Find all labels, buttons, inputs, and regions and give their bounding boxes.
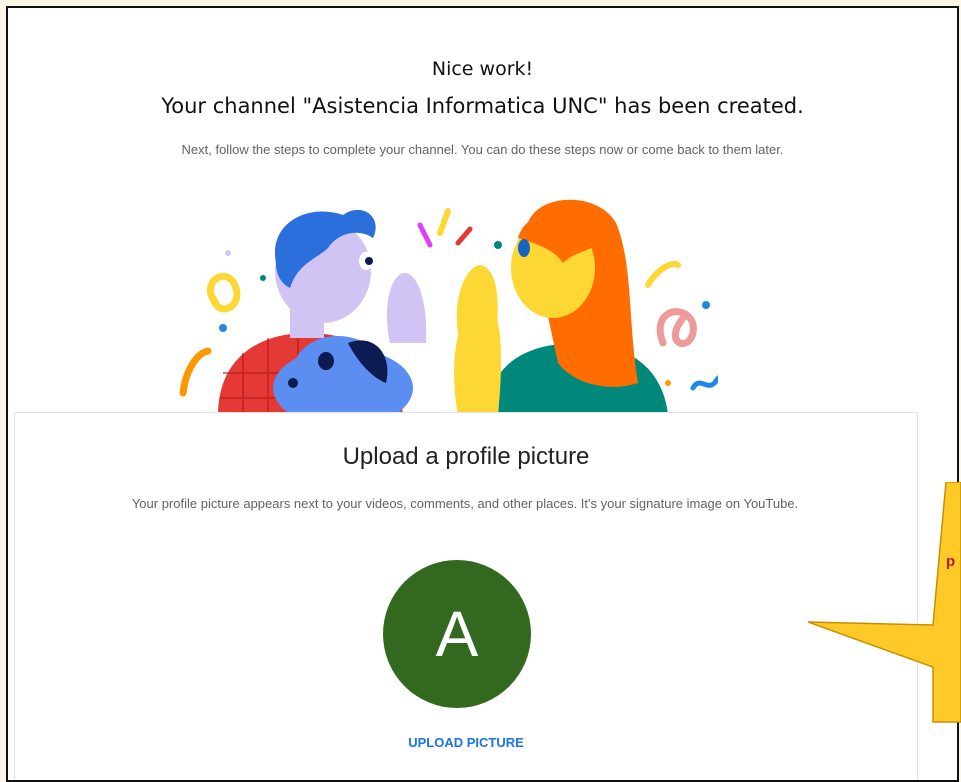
confetti-swirl-right <box>656 308 697 348</box>
confetti-dot <box>260 275 266 281</box>
profile-picture-card: Upload a profile picture Your profile pi… <box>14 412 918 780</box>
confetti-wave <box>690 375 718 391</box>
next-steps-text: Next, follow the steps to complete your … <box>181 142 784 157</box>
confetti-spike <box>455 226 473 246</box>
confetti-swirl-left <box>206 272 241 313</box>
confetti-dot <box>494 241 502 249</box>
woman-hand <box>456 265 498 333</box>
upload-picture-button[interactable]: UPLOAD PICTURE <box>15 735 917 750</box>
success-heading: Nice work! <box>431 58 534 80</box>
man-hand <box>386 272 427 343</box>
confetti-arc-left <box>179 347 212 397</box>
woman-eye <box>518 239 530 257</box>
confetti-dot <box>665 380 671 386</box>
avatar[interactable]: A <box>383 560 531 708</box>
dog-eye <box>318 352 334 370</box>
confetti-dot <box>225 250 231 256</box>
card-description: Your profile picture appears next to you… <box>131 496 799 511</box>
callout-arrow <box>808 482 961 723</box>
confetti-arc-right <box>645 261 681 288</box>
confetti-dot <box>219 324 227 332</box>
confetti-spike <box>417 222 433 248</box>
callout-text: p <box>946 553 956 570</box>
channel-created-heading: Your channel "Asistencia Informatica UNC… <box>161 94 804 118</box>
confetti-spike <box>437 208 451 236</box>
card-title: Upload a profile picture <box>342 443 590 470</box>
confetti-dot <box>702 301 710 309</box>
celebration-illustration <box>179 199 718 415</box>
